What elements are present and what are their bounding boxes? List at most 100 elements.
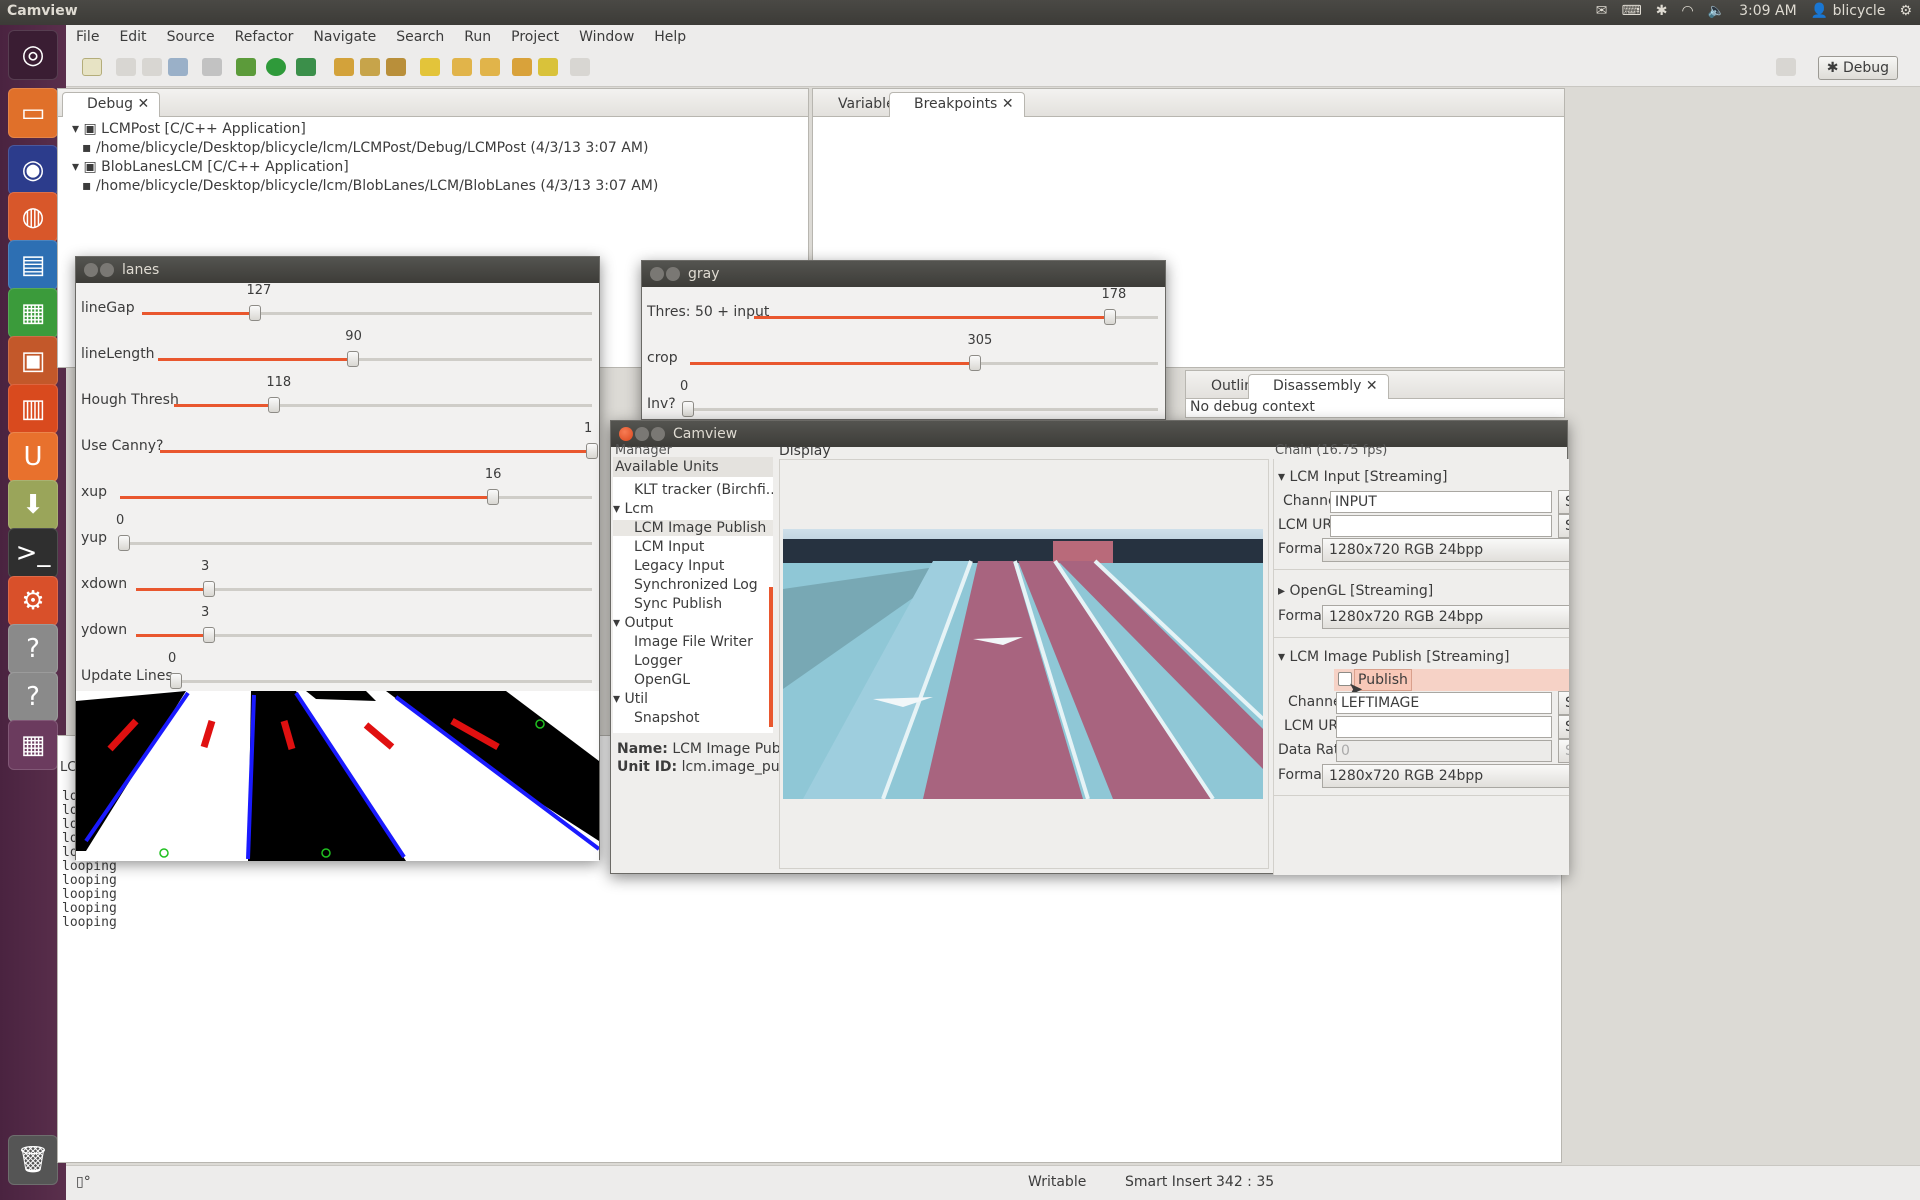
opengl-format-select[interactable]: 1280x720 RGB 24bpp: [1322, 605, 1569, 629]
open-type-icon[interactable]: [334, 58, 354, 76]
wifi-icon[interactable]: ◠: [1681, 3, 1693, 19]
user-menu[interactable]: 👤 blicycle: [1811, 3, 1886, 19]
menu-navigate[interactable]: Navigate: [303, 29, 386, 45]
tree-item-lcmpost-process[interactable]: ▪ /home/blicycle/Desktop/blicycle/lcm/LC…: [82, 140, 648, 156]
help-icon[interactable]: ?: [8, 624, 58, 674]
new-icon[interactable]: [82, 58, 102, 76]
slider-track[interactable]: [124, 542, 592, 545]
prev-annotation-icon[interactable]: [480, 58, 500, 76]
debug-perspective-button[interactable]: ✱ Debug: [1817, 56, 1898, 80]
system-settings-icon[interactable]: ⚙: [8, 576, 58, 626]
ubuntu-one-icon[interactable]: U: [8, 432, 58, 482]
keyboard-icon[interactable]: ⌨: [1622, 3, 1642, 19]
lcm-input-channel-field[interactable]: INPUT: [1330, 491, 1552, 513]
external-tools-icon[interactable]: [296, 58, 316, 76]
menu-search[interactable]: Search: [386, 29, 454, 45]
help-icon-2[interactable]: ?: [8, 672, 58, 722]
unit-sync-publish[interactable]: Sync Publish: [634, 596, 722, 612]
fast-view-icon[interactable]: ▯°: [76, 1174, 91, 1190]
lcm-input-format-select[interactable]: 1280x720 RGB 24bpp: [1322, 538, 1569, 562]
menu-edit[interactable]: Edit: [109, 29, 156, 45]
image-publish-channel-field[interactable]: LEFTIMAGE: [1336, 692, 1552, 714]
print-icon[interactable]: [168, 58, 188, 76]
tab-debug[interactable]: Debug ✕: [62, 92, 161, 117]
slider-handle[interactable]: [268, 397, 281, 413]
slider-handle[interactable]: [682, 401, 694, 417]
maximize-icon[interactable]: [651, 427, 665, 441]
close-icon[interactable]: [84, 263, 98, 277]
slider-handle[interactable]: [170, 673, 182, 689]
software-center-icon[interactable]: ▥: [8, 384, 58, 434]
slider-handle[interactable]: [486, 489, 499, 505]
tree-item-bloblanes[interactable]: ▾ ▣ BlobLanesLCM [C/C++ Application]: [72, 159, 349, 175]
menu-refactor[interactable]: Refactor: [225, 29, 304, 45]
lcm-input-channel-set-button[interactable]: Se: [1558, 490, 1569, 514]
run-icon[interactable]: [266, 58, 286, 76]
image-publish-url-set-button[interactable]: Se: [1558, 715, 1569, 739]
unit-opengl[interactable]: OpenGL: [634, 672, 690, 688]
close-icon[interactable]: ✕: [138, 96, 150, 112]
unit-synchronized-log[interactable]: Synchronized Log: [634, 577, 758, 593]
slider-handle[interactable]: [347, 351, 360, 367]
unit-image-file-writer[interactable]: Image File Writer: [634, 634, 753, 650]
firefox-icon[interactable]: ◍: [8, 192, 58, 242]
unit-lcm-image-publish[interactable]: LCM Image Publish: [613, 520, 773, 536]
unit-lcm-input[interactable]: LCM Input: [634, 539, 704, 555]
bluetooth-icon[interactable]: ✱: [1656, 3, 1668, 19]
mail-icon[interactable]: ✉: [1596, 3, 1608, 19]
calc-icon[interactable]: ▦: [8, 288, 58, 338]
slider-handle[interactable]: [202, 581, 215, 597]
menu-file[interactable]: File: [66, 29, 109, 45]
next-annotation-icon[interactable]: [452, 58, 472, 76]
open-perspective-icon[interactable]: [1776, 58, 1796, 76]
gear-icon[interactable]: ⚙: [1899, 3, 1912, 19]
slider-handle[interactable]: [202, 627, 215, 643]
units-scrollbar[interactable]: [769, 587, 773, 727]
workspace-switcher-icon[interactable]: ▦: [8, 720, 58, 770]
volume-icon[interactable]: 🔈: [1708, 3, 1725, 19]
build-icon[interactable]: [202, 58, 222, 76]
last-edit-icon[interactable]: [512, 58, 532, 76]
unit-logger[interactable]: Logger: [634, 653, 682, 669]
menu-help[interactable]: Help: [644, 29, 696, 45]
slider-handle[interactable]: [118, 535, 130, 551]
group-util[interactable]: ▾ Util: [613, 691, 648, 707]
debug-icon[interactable]: [236, 58, 256, 76]
trash-icon[interactable]: 🗑: [8, 1135, 58, 1185]
menu-source[interactable]: Source: [157, 29, 225, 45]
update-manager-icon[interactable]: ⬇: [8, 480, 58, 530]
unit-snapshot[interactable]: Snapshot: [634, 710, 699, 726]
terminal-icon[interactable]: >_: [8, 528, 58, 578]
close-icon[interactable]: [650, 267, 664, 281]
lanes-titlebar[interactable]: lanes: [76, 257, 599, 283]
units-list[interactable]: KLT tracker (Birchfi... ▾ Lcm LCM Image …: [613, 477, 773, 733]
slider-handle[interactable]: [586, 443, 598, 459]
menu-run[interactable]: Run: [454, 29, 501, 45]
camview-titlebar[interactable]: Camview: [611, 421, 1567, 447]
slider-handle[interactable]: [969, 355, 982, 371]
clock[interactable]: 3:09 AM: [1739, 3, 1797, 19]
save-all-icon[interactable]: [142, 58, 162, 76]
image-publish-url-field[interactable]: [1336, 716, 1552, 738]
impress-icon[interactable]: ▣: [8, 336, 58, 386]
close-icon[interactable]: ✕: [1002, 96, 1014, 112]
minimize-icon[interactable]: [100, 263, 114, 277]
files-icon[interactable]: ▭: [8, 88, 58, 138]
tab-disassembly[interactable]: Disassembly ✕: [1248, 374, 1389, 399]
tree-item-lcmpost[interactable]: ▾ ▣ LCMPost [C/C++ Application]: [72, 121, 306, 137]
chain-image-publish-header[interactable]: ▾ LCM Image Publish [Streaming]: [1278, 649, 1509, 665]
chain-lcm-input-header[interactable]: ▾ LCM Input [Streaming]: [1278, 469, 1448, 485]
image-publish-channel-set-button[interactable]: Se: [1558, 691, 1569, 715]
tree-item-bloblanes-process[interactable]: ▪ /home/blicycle/Desktop/blicycle/lcm/Bl…: [82, 178, 658, 194]
group-lcm[interactable]: ▾ Lcm: [613, 501, 654, 517]
minimize-icon[interactable]: [635, 427, 649, 441]
back-icon[interactable]: [538, 58, 558, 76]
close-icon[interactable]: [619, 427, 633, 441]
available-units-header[interactable]: Available Units: [613, 457, 773, 477]
open-element-icon[interactable]: [360, 58, 380, 76]
annotation-icon[interactable]: [420, 58, 440, 76]
eclipse-icon[interactable]: ◉: [8, 145, 58, 195]
unit-klt-tracker[interactable]: KLT tracker (Birchfi...: [634, 482, 773, 498]
slider-track[interactable]: [176, 680, 592, 683]
unit-legacy-input[interactable]: Legacy Input: [634, 558, 724, 574]
